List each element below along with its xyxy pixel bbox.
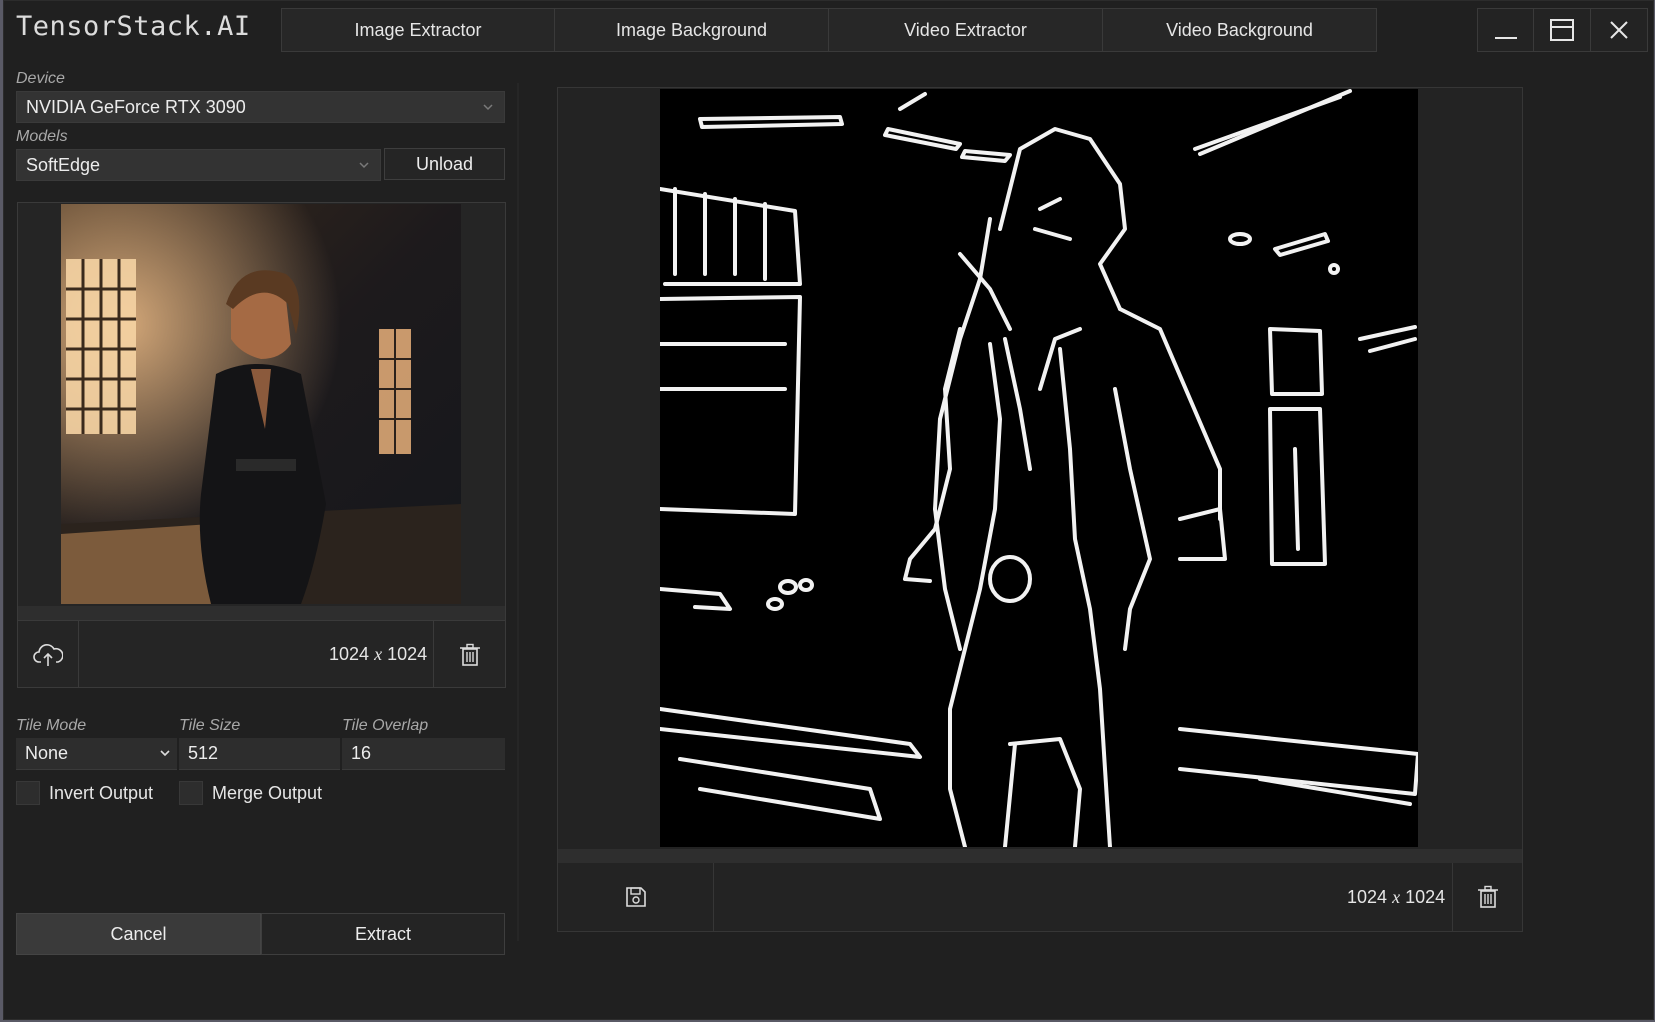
tile-mode-select[interactable]: None xyxy=(16,738,177,770)
device-value: NVIDIA GeForce RTX 3090 xyxy=(26,96,246,117)
invert-output-label: Invert Output xyxy=(49,782,154,803)
input-image[interactable] xyxy=(61,204,461,604)
panel-splitter[interactable] xyxy=(517,83,519,941)
input-height-value: 1024 xyxy=(387,644,428,664)
chevron-down-icon xyxy=(358,150,370,180)
delete-output-button[interactable] xyxy=(1452,863,1522,931)
merge-output-checkbox[interactable]: Merge Output xyxy=(179,781,322,805)
output-height-value: 1024 xyxy=(1405,887,1446,907)
invert-output-box[interactable] xyxy=(16,781,40,805)
tab-image-background[interactable]: Image Background xyxy=(555,8,829,52)
cancel-button[interactable]: Cancel xyxy=(16,913,261,955)
device-label: Device xyxy=(16,70,65,87)
merge-output-label: Merge Output xyxy=(212,782,323,803)
input-width-value: 1024 xyxy=(329,644,370,664)
output-image-size: 1024 x 1024 xyxy=(1347,887,1445,908)
maximize-icon xyxy=(1550,19,1574,41)
app-window: TensorStack.AI Image Extractor Image Bac… xyxy=(3,0,1654,1020)
chevron-down-icon xyxy=(159,738,171,768)
upload-button[interactable] xyxy=(18,621,79,688)
output-width-value: 1024 xyxy=(1347,887,1388,907)
tab-video-extractor[interactable]: Video Extractor xyxy=(829,8,1103,52)
tile-overlap-label: Tile Overlap xyxy=(342,717,429,734)
invert-output-checkbox[interactable]: Invert Output xyxy=(16,781,153,805)
models-select[interactable]: SoftEdge xyxy=(16,149,381,181)
input-preview-panel: 1024 x 1024 xyxy=(17,202,506,688)
merge-output-box[interactable] xyxy=(179,781,203,805)
chevron-down-icon xyxy=(482,92,494,122)
models-value: SoftEdge xyxy=(26,154,101,175)
device-select[interactable]: NVIDIA GeForce RTX 3090 xyxy=(16,91,505,123)
output-preview-panel: 1024 x 1024 xyxy=(557,87,1523,932)
input-image-size: 1024 x 1024 xyxy=(329,644,427,665)
app-title: TensorStack.AI xyxy=(16,11,251,42)
size-separator: x xyxy=(1392,887,1401,907)
output-image[interactable] xyxy=(660,89,1418,847)
tab-image-extractor[interactable]: Image Extractor xyxy=(281,8,555,52)
maximize-button[interactable] xyxy=(1534,8,1591,52)
tile-size-input[interactable]: 512 xyxy=(179,738,340,770)
minimize-icon xyxy=(1494,37,1517,39)
tile-overlap-input[interactable]: 16 xyxy=(342,738,505,770)
trash-icon xyxy=(1477,885,1498,908)
unload-button[interactable]: Unload xyxy=(384,148,505,180)
save-output-button[interactable] xyxy=(558,863,714,931)
models-label: Models xyxy=(16,128,68,145)
tile-mode-label: Tile Mode xyxy=(16,717,87,734)
input-preview-footer: 1024 x 1024 xyxy=(18,620,505,688)
extract-button[interactable]: Extract xyxy=(261,913,505,955)
close-icon xyxy=(1610,21,1628,39)
tile-mode-value: None xyxy=(25,743,69,763)
cloud-upload-icon xyxy=(33,643,63,666)
tab-video-background[interactable]: Video Background xyxy=(1103,8,1377,52)
delete-input-button[interactable] xyxy=(433,621,505,688)
trash-icon xyxy=(459,643,480,666)
size-separator: x xyxy=(374,644,383,664)
output-preview-footer: 1024 x 1024 xyxy=(558,863,1522,931)
tile-size-label: Tile Size xyxy=(179,717,241,734)
input-preview-scrollbar[interactable] xyxy=(18,606,505,620)
tab-bar: Image Extractor Image Background Video E… xyxy=(281,8,1377,52)
output-preview-scrollbar[interactable] xyxy=(558,849,1522,863)
close-button[interactable] xyxy=(1591,8,1648,52)
minimize-button[interactable] xyxy=(1477,8,1534,52)
window-controls xyxy=(1477,8,1648,52)
save-icon xyxy=(625,887,646,907)
